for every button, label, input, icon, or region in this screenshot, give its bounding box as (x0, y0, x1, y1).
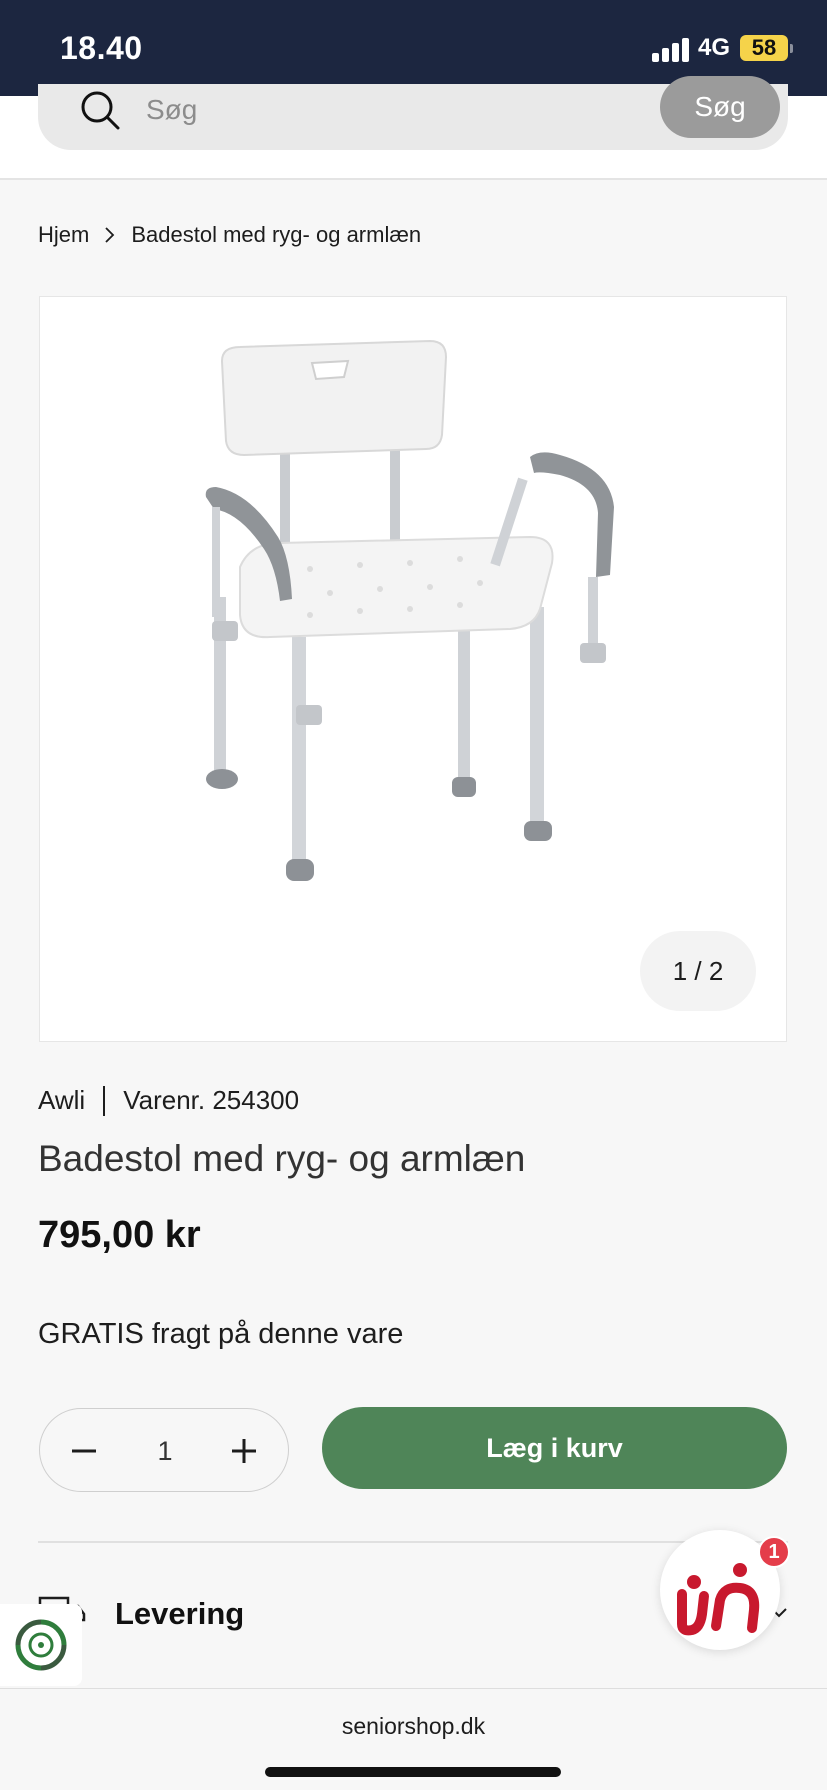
search-header: Søg Søg (0, 76, 827, 180)
breadcrumb: Hjem Badestol med ryg- og armlæn (38, 222, 421, 248)
sku-label: Varenr. 254300 (123, 1085, 300, 1115)
product-title: Badestol med ryg- og armlæn (38, 1138, 526, 1179)
signal-icon (652, 36, 690, 62)
recycle-icon (15, 1619, 67, 1671)
minus-icon (72, 1449, 96, 1453)
chevron-right-icon (105, 227, 115, 243)
eco-badge[interactable] (0, 1604, 82, 1686)
product-image[interactable] (200, 337, 640, 957)
delivery-label: Levering (115, 1596, 245, 1631)
breadcrumb-current: Badestol med ryg- og armlæn (131, 222, 422, 247)
shipping-note: GRATIS fragt på denne vare (38, 1318, 404, 1350)
gallery-counter: 1 / 2 (640, 931, 756, 1011)
increase-quantity-button[interactable] (224, 1431, 264, 1471)
url-text[interactable]: seniorshop.dk (0, 1713, 827, 1740)
add-to-cart-button[interactable]: Læg i kurv (322, 1407, 787, 1489)
product-gallery[interactable]: 1 / 2 (39, 296, 787, 1042)
home-indicator (265, 1767, 561, 1777)
meta-divider (103, 1085, 106, 1116)
plus-icon (232, 1439, 256, 1463)
status-time: 18.40 (60, 30, 143, 66)
quantity-stepper: 1 (39, 1408, 289, 1492)
search-bar[interactable]: Søg Søg (38, 76, 788, 150)
browser-url-bar[interactable]: seniorshop.dk (0, 1688, 827, 1790)
chat-notification-badge: 1 (758, 1536, 790, 1568)
brand-link[interactable]: Awli (38, 1085, 85, 1116)
search-icon (81, 91, 120, 130)
battery-nub (790, 44, 793, 53)
network-type: 4G (698, 34, 731, 61)
search-input[interactable]: Søg (146, 84, 197, 136)
battery-icon: 58 (740, 35, 788, 61)
product-price: 795,00 kr (38, 1214, 201, 1256)
product-meta: Awli Varenr. 254300 (38, 1085, 299, 1116)
breadcrumb-home[interactable]: Hjem (38, 222, 89, 248)
decrease-quantity-button[interactable] (64, 1431, 104, 1471)
search-button[interactable]: Søg (660, 76, 780, 138)
